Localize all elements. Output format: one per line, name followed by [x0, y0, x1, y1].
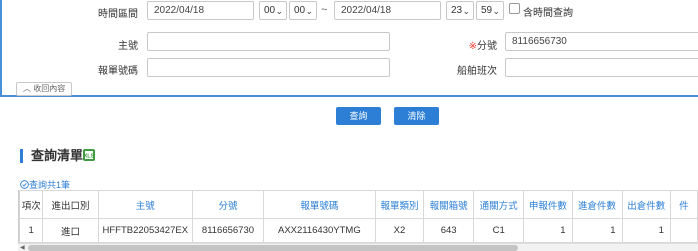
- house-no-label: ※分號: [442, 37, 497, 52]
- column-header[interactable]: 件: [669, 190, 698, 219]
- table-cell: 1: [19, 218, 44, 243]
- include-time-checkbox[interactable]: [509, 3, 520, 14]
- chevron-down-icon: ⌄: [462, 6, 470, 16]
- column-header[interactable]: 報關箱號: [423, 190, 475, 219]
- include-time-label: 含時間查詢: [523, 8, 573, 19]
- svg-text:XLS: XLS: [84, 154, 95, 160]
- end-date-input[interactable]: 2022/04/18: [334, 1, 441, 20]
- column-header[interactable]: 項次: [19, 190, 44, 219]
- declaration-no-input[interactable]: [147, 58, 390, 77]
- table-cell: 1: [523, 218, 573, 243]
- master-no-input[interactable]: [147, 32, 390, 51]
- table-cell: 8116656730: [192, 218, 264, 243]
- collapse-button[interactable]: ︿ 收回內容: [16, 82, 73, 96]
- results-table-container: 項次 進出口別 主號 分號 報單號碼 報單類別 報關箱號 通關方式 申報件數 進…: [18, 190, 698, 251]
- collapse-label: 收回內容: [33, 84, 66, 93]
- time-range-label: 時間區間: [98, 9, 138, 20]
- chevron-down-icon: ⌄: [275, 6, 283, 16]
- table-cell: C1: [473, 218, 525, 243]
- house-no-input[interactable]: 8116656730: [505, 32, 698, 51]
- column-header[interactable]: 報單號碼: [262, 190, 376, 219]
- master-no-label: 主號: [118, 41, 138, 52]
- column-header[interactable]: 通關方式: [473, 190, 525, 219]
- column-header[interactable]: 進出口別: [42, 190, 99, 219]
- chevron-down-icon: ⌄: [492, 6, 500, 16]
- table-cell: AXX2116430YTMG: [262, 218, 376, 243]
- filter-panel: 時間區間 2022/04/18 00 ⌄ 00 ⌄ ~ 2022/04/18 23 ⌄…: [0, 0, 698, 97]
- result-count-text: 查詢共1筆: [29, 180, 71, 190]
- chevron-down-icon: ⌄: [305, 6, 313, 16]
- results-title: 查詢清單: [20, 149, 83, 163]
- clear-button[interactable]: 清除: [394, 107, 439, 125]
- start-hour-value: 00: [264, 5, 276, 16]
- declaration-no-label: 報單號碼: [98, 66, 138, 77]
- table-cell: 1: [621, 218, 671, 243]
- end-minute-select[interactable]: 59 ⌄: [476, 1, 504, 20]
- results-table: 項次 進出口別 主號 分號 報單號碼 報單類別 報關箱號 通關方式 申報件數 進…: [19, 190, 698, 243]
- start-minute-select[interactable]: 00 ⌄: [289, 1, 317, 20]
- voyage-label: 船舶班次: [457, 66, 497, 77]
- column-header[interactable]: 出倉件數: [621, 190, 671, 219]
- search-button[interactable]: 查詢: [336, 107, 381, 125]
- house-no-label-text: 分號: [477, 41, 497, 52]
- table-cell: 643: [423, 218, 475, 243]
- chevron-up-icon: ︿: [23, 84, 31, 93]
- voyage-input[interactable]: [505, 58, 698, 77]
- table-cell: 進口: [42, 218, 99, 243]
- scrollbar-thumb[interactable]: [28, 245, 518, 251]
- required-mark: ※: [468, 41, 477, 52]
- excel-icon[interactable]: XLS: [82, 148, 96, 162]
- start-minute-value: 00: [294, 5, 306, 16]
- column-header[interactable]: 分號: [192, 190, 264, 219]
- column-header[interactable]: 主號: [97, 190, 194, 219]
- column-header[interactable]: 進倉件數: [571, 190, 623, 219]
- table-header-row: 項次 進出口別 主號 分號 報單號碼 報單類別 報關箱號 通關方式 申報件數 進…: [19, 190, 698, 219]
- circle-check-icon: [20, 180, 29, 189]
- horizontal-scrollbar[interactable]: ◀: [18, 243, 698, 251]
- column-header[interactable]: 報單類別: [374, 190, 425, 219]
- end-minute-value: 59: [481, 5, 493, 16]
- scroll-left-icon[interactable]: ◀: [20, 244, 25, 251]
- start-hour-select[interactable]: 00 ⌄: [259, 1, 287, 20]
- end-hour-select[interactable]: 23 ⌄: [446, 1, 474, 20]
- table-cell: HFFTB22053427EX: [97, 218, 194, 243]
- table-row[interactable]: 1 進口 HFFTB22053427EX 8116656730 AXX21164…: [19, 218, 698, 243]
- range-separator: ~: [321, 4, 328, 16]
- end-hour-value: 23: [451, 5, 463, 16]
- start-date-input[interactable]: 2022/04/18: [147, 1, 254, 20]
- table-cell: X2: [374, 218, 425, 243]
- table-cell: [669, 218, 698, 243]
- column-header[interactable]: 申報件數: [523, 190, 573, 219]
- table-cell: 1: [571, 218, 623, 243]
